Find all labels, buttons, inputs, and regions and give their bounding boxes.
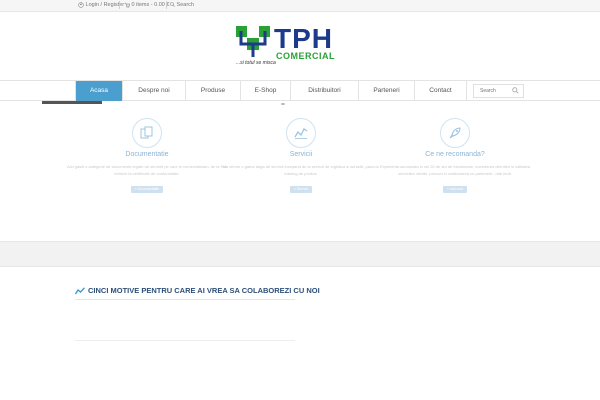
main-navigation: Acasa Despre noi Produse E-Shop Distribu… bbox=[0, 80, 600, 101]
service-servicii: Servicii Va oferim o gama larga de servi… bbox=[216, 118, 386, 195]
nav-tab-label: Distribuitori bbox=[308, 87, 341, 94]
user-icon bbox=[78, 1, 84, 8]
cart-label: 0 items - 0.00 € bbox=[131, 2, 170, 8]
section-heading: CINCI MOTIVE PENTRU CARE AI VREA SA COLA… bbox=[75, 286, 320, 300]
nav-tab-label: Acasa bbox=[89, 87, 109, 94]
logo-slogan: ...si totul se misca bbox=[236, 60, 276, 66]
rocket-icon bbox=[449, 127, 461, 139]
service-title: Ce ne recomanda? bbox=[425, 151, 485, 158]
service-icon-circle bbox=[132, 118, 162, 148]
nav-tab-parteneri[interactable]: Parteneri bbox=[359, 81, 415, 101]
login-register-link[interactable]: Login / Register bbox=[78, 1, 124, 10]
search-icon bbox=[170, 2, 175, 7]
service-icon-circle bbox=[440, 118, 470, 148]
gray-divider-band bbox=[0, 241, 600, 267]
nav-tab-label: Despre noi bbox=[138, 87, 170, 94]
nav-tab-label: Parteneri bbox=[373, 87, 400, 94]
top-utility-bar: Login / Register 0 items - 0.00 € Search bbox=[0, 0, 600, 12]
topbar-divider bbox=[166, 1, 167, 9]
nav-tab-acasa[interactable]: Acasa bbox=[75, 81, 123, 101]
nav-tab-label: Contact bbox=[429, 87, 452, 94]
service-description: Va oferim o gama larga de servicii incep… bbox=[223, 164, 379, 176]
nav-tab-contact[interactable]: Contact bbox=[415, 81, 467, 101]
cart-link[interactable]: 0 items - 0.00 € bbox=[124, 1, 169, 10]
search-icon[interactable] bbox=[512, 87, 519, 94]
nav-tab-distribuitori[interactable]: Distribuitori bbox=[291, 81, 359, 101]
slider-remnant bbox=[42, 101, 102, 104]
topbar-search-label: Search bbox=[176, 2, 194, 8]
topbar-divider bbox=[119, 1, 120, 9]
chart-line-icon bbox=[294, 128, 308, 139]
content-divider bbox=[75, 340, 295, 341]
service-icon-circle bbox=[286, 118, 316, 148]
documents-icon bbox=[140, 126, 153, 139]
nav-tab-e-shop[interactable]: E-Shop bbox=[241, 81, 291, 101]
logo-sub-text: COMERCIAL bbox=[276, 51, 335, 61]
nav-tab-despre-noi[interactable]: Despre noi bbox=[123, 81, 186, 101]
topbar-search-link[interactable]: Search bbox=[170, 1, 194, 10]
logo-mark-icon bbox=[236, 26, 270, 57]
cart-icon bbox=[124, 2, 130, 8]
slider-indicator[interactable] bbox=[281, 103, 285, 105]
service-title: Documentatie bbox=[125, 151, 169, 158]
nav-tab-label: Produse bbox=[200, 87, 226, 94]
service-description: Experienta acumulata in cei 20 de ani de… bbox=[379, 164, 531, 176]
service-button[interactable]: » mai mult bbox=[442, 186, 468, 193]
service-button[interactable]: » Documentatie bbox=[130, 186, 164, 193]
trend-icon bbox=[75, 287, 85, 295]
service-documentatie: Documentatie Aici gasiti o categorie de … bbox=[62, 118, 232, 195]
nav-tab-produse[interactable]: Produse bbox=[186, 81, 241, 101]
logo-brand-text: TPH bbox=[274, 23, 333, 54]
site-logo[interactable]: TPH COMERCIAL ...si totul se misca bbox=[232, 24, 367, 70]
service-title: Servicii bbox=[289, 151, 313, 158]
service-ce-ne-recomanda: Ce ne recomanda? Experienta acumulata in… bbox=[370, 118, 540, 195]
service-description: Aici gasiti o categorie de documente leg… bbox=[67, 164, 227, 176]
service-button[interactable]: » Servicii bbox=[289, 186, 313, 193]
nav-tab-label: E-Shop bbox=[254, 87, 277, 94]
section-heading-text: CINCI MOTIVE PENTRU CARE AI VREA SA COLA… bbox=[88, 286, 320, 295]
